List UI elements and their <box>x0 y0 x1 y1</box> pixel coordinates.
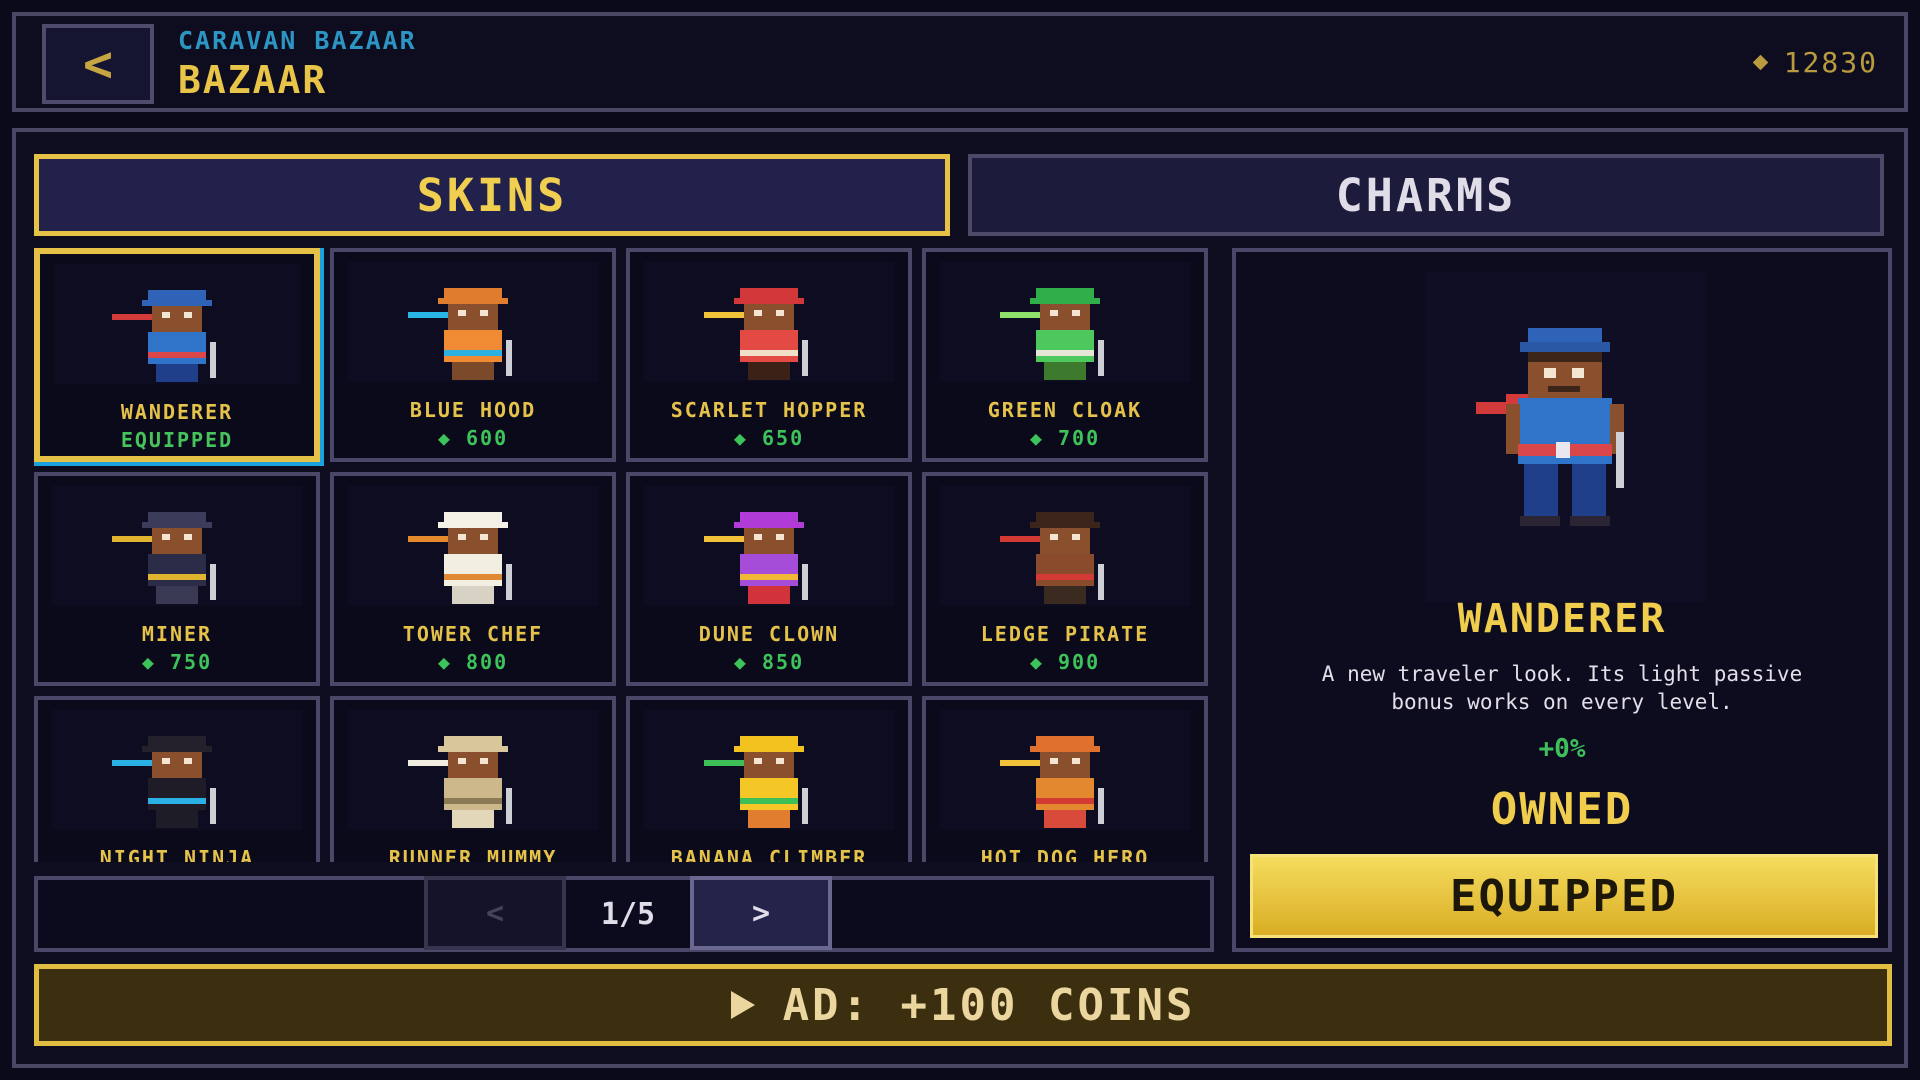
skin-price: ◆ 850 <box>630 650 908 674</box>
skin-thumbnail <box>644 710 894 830</box>
character-sprite <box>408 736 512 832</box>
skin-thumbnail <box>644 486 894 606</box>
character-sprite <box>112 512 216 608</box>
gem-icon: ◆ <box>141 650 170 674</box>
skin-thumbnail <box>52 486 302 606</box>
character-sprite <box>1000 736 1104 832</box>
price-value: 600 <box>465 426 509 450</box>
skin-card[interactable]: RUNNER MUMMY <box>330 696 616 862</box>
character-sprite <box>1000 288 1104 384</box>
skin-name: BLUE HOOD <box>409 398 537 422</box>
skin-card[interactable]: LEDGE PIRATE ◆ 900 <box>922 472 1208 686</box>
price-value: 650 <box>761 426 805 450</box>
skin-thumbnail <box>348 486 598 606</box>
skin-name: DUNE CLOWN <box>698 622 840 646</box>
skin-card[interactable]: WANDERER EQUIPPED <box>34 248 324 466</box>
price-value: 750 <box>169 650 213 674</box>
skin-name: GREEN CLOAK <box>987 398 1143 422</box>
skin-price: ◆ 750 <box>38 650 316 674</box>
skin-name: NIGHT NINJA <box>99 846 255 862</box>
character-sprite <box>408 512 512 608</box>
gem-icon: ◆ <box>1029 650 1058 674</box>
character-sprite <box>704 512 808 608</box>
skin-thumbnail <box>940 486 1190 606</box>
skin-card[interactable]: NIGHT NINJA <box>34 696 320 862</box>
detail-ownership-status: OWNED <box>1490 784 1634 835</box>
price-value: 900 <box>1057 650 1101 674</box>
top-bar: < CARAVAN BAZAAR BAZAAR 12830 <box>12 12 1908 112</box>
detail-title: WANDERER <box>1457 596 1667 642</box>
skin-thumbnail <box>348 262 598 382</box>
next-page-button[interactable]: > <box>690 876 832 950</box>
price-value: 800 <box>465 650 509 674</box>
ad-label: AD: +100 COINS <box>782 979 1196 1031</box>
detail-bonus: +0% <box>1538 734 1586 764</box>
character-sprite <box>112 290 216 386</box>
skin-name: BANANA CLIMBER <box>670 846 868 862</box>
back-button[interactable]: < <box>42 24 154 104</box>
character-sprite <box>704 736 808 832</box>
skin-price: ◆ 800 <box>334 650 612 674</box>
coin-balance: 12830 <box>1752 46 1878 79</box>
price-value: 700 <box>1057 426 1101 450</box>
skin-name: HOT DOG HERO <box>980 846 1150 862</box>
skin-price: ◆ 900 <box>926 650 1204 674</box>
prev-page-button[interactable]: < <box>424 876 566 950</box>
skin-card[interactable]: DUNE CLOWN ◆ 850 <box>626 472 912 686</box>
play-icon <box>730 991 755 1019</box>
skin-grid: WANDERER EQUIPPED BLUE HOOD ◆ 600 SCARLET HO… <box>34 248 1234 992</box>
watch-ad-button[interactable]: AD: +100 COINS <box>34 964 1892 1046</box>
gem-icon: ◆ <box>733 650 762 674</box>
skin-name: TOWER CHEF <box>402 622 544 646</box>
character-sprite <box>704 288 808 384</box>
shop-subtitle: CARAVAN BAZAAR <box>178 26 417 55</box>
skin-card[interactable]: GREEN CLOAK ◆ 700 <box>922 248 1208 462</box>
page-indicator: 1/5 <box>600 896 656 932</box>
gem-icon: ◆ <box>1029 426 1058 450</box>
equip-button[interactable]: EQUIPPED <box>1250 854 1878 938</box>
skin-thumbnail <box>348 710 598 830</box>
skin-card[interactable]: HOT DOG HERO <box>922 696 1208 862</box>
skin-card[interactable]: TOWER CHEF ◆ 800 <box>330 472 616 686</box>
gem-icon: ◆ <box>733 426 762 450</box>
tab-skins[interactable]: SKINS <box>34 154 950 236</box>
skin-price: ◆ 600 <box>334 426 612 450</box>
character-sprite <box>408 288 512 384</box>
shop-panel: SKINS CHARMS WANDERER EQUIPPED BLUE HOOD ◆ … <box>12 128 1908 1068</box>
gem-icon <box>1752 54 1768 71</box>
price-value: 850 <box>761 650 805 674</box>
skin-name: LEDGE PIRATE <box>980 622 1150 646</box>
skin-thumbnail <box>54 264 300 384</box>
skin-detail-panel: WANDERER A new traveler look. Its light … <box>1232 248 1892 952</box>
pagination: < 1/5 > <box>34 876 1214 952</box>
skin-card[interactable]: MINER ◆ 750 <box>34 472 320 686</box>
skin-price: ◆ 650 <box>630 426 908 450</box>
skin-name: WANDERER <box>120 400 234 424</box>
gem-icon: ◆ <box>437 426 466 450</box>
detail-description: A new traveler look. Its light passive b… <box>1321 662 1803 714</box>
skin-price: ◆ 700 <box>926 426 1204 450</box>
skin-grid-viewport: WANDERER EQUIPPED BLUE HOOD ◆ 600 SCARLET HO… <box>34 248 1234 862</box>
coin-count: 12830 <box>1783 46 1878 79</box>
character-sprite <box>112 736 216 832</box>
tab-charms[interactable]: CHARMS <box>968 154 1884 236</box>
wanderer-sprite <box>1476 328 1628 564</box>
page-title: BAZAAR <box>178 58 328 102</box>
skin-name: SCARLET HOPPER <box>670 398 868 422</box>
skin-card[interactable]: SCARLET HOPPER ◆ 650 <box>626 248 912 462</box>
skin-name: MINER <box>141 622 213 646</box>
skin-thumbnail <box>940 710 1190 830</box>
skin-thumbnail <box>52 710 302 830</box>
skin-thumbnail <box>644 262 894 382</box>
skin-name: RUNNER MUMMY <box>388 846 558 862</box>
skin-preview <box>1426 272 1706 602</box>
character-sprite <box>1000 512 1104 608</box>
skin-card[interactable]: BANANA CLIMBER <box>626 696 912 862</box>
gem-icon: ◆ <box>437 650 466 674</box>
skin-thumbnail <box>940 262 1190 382</box>
equipped-label: EQUIPPED <box>120 428 234 452</box>
skin-card[interactable]: BLUE HOOD ◆ 600 <box>330 248 616 462</box>
